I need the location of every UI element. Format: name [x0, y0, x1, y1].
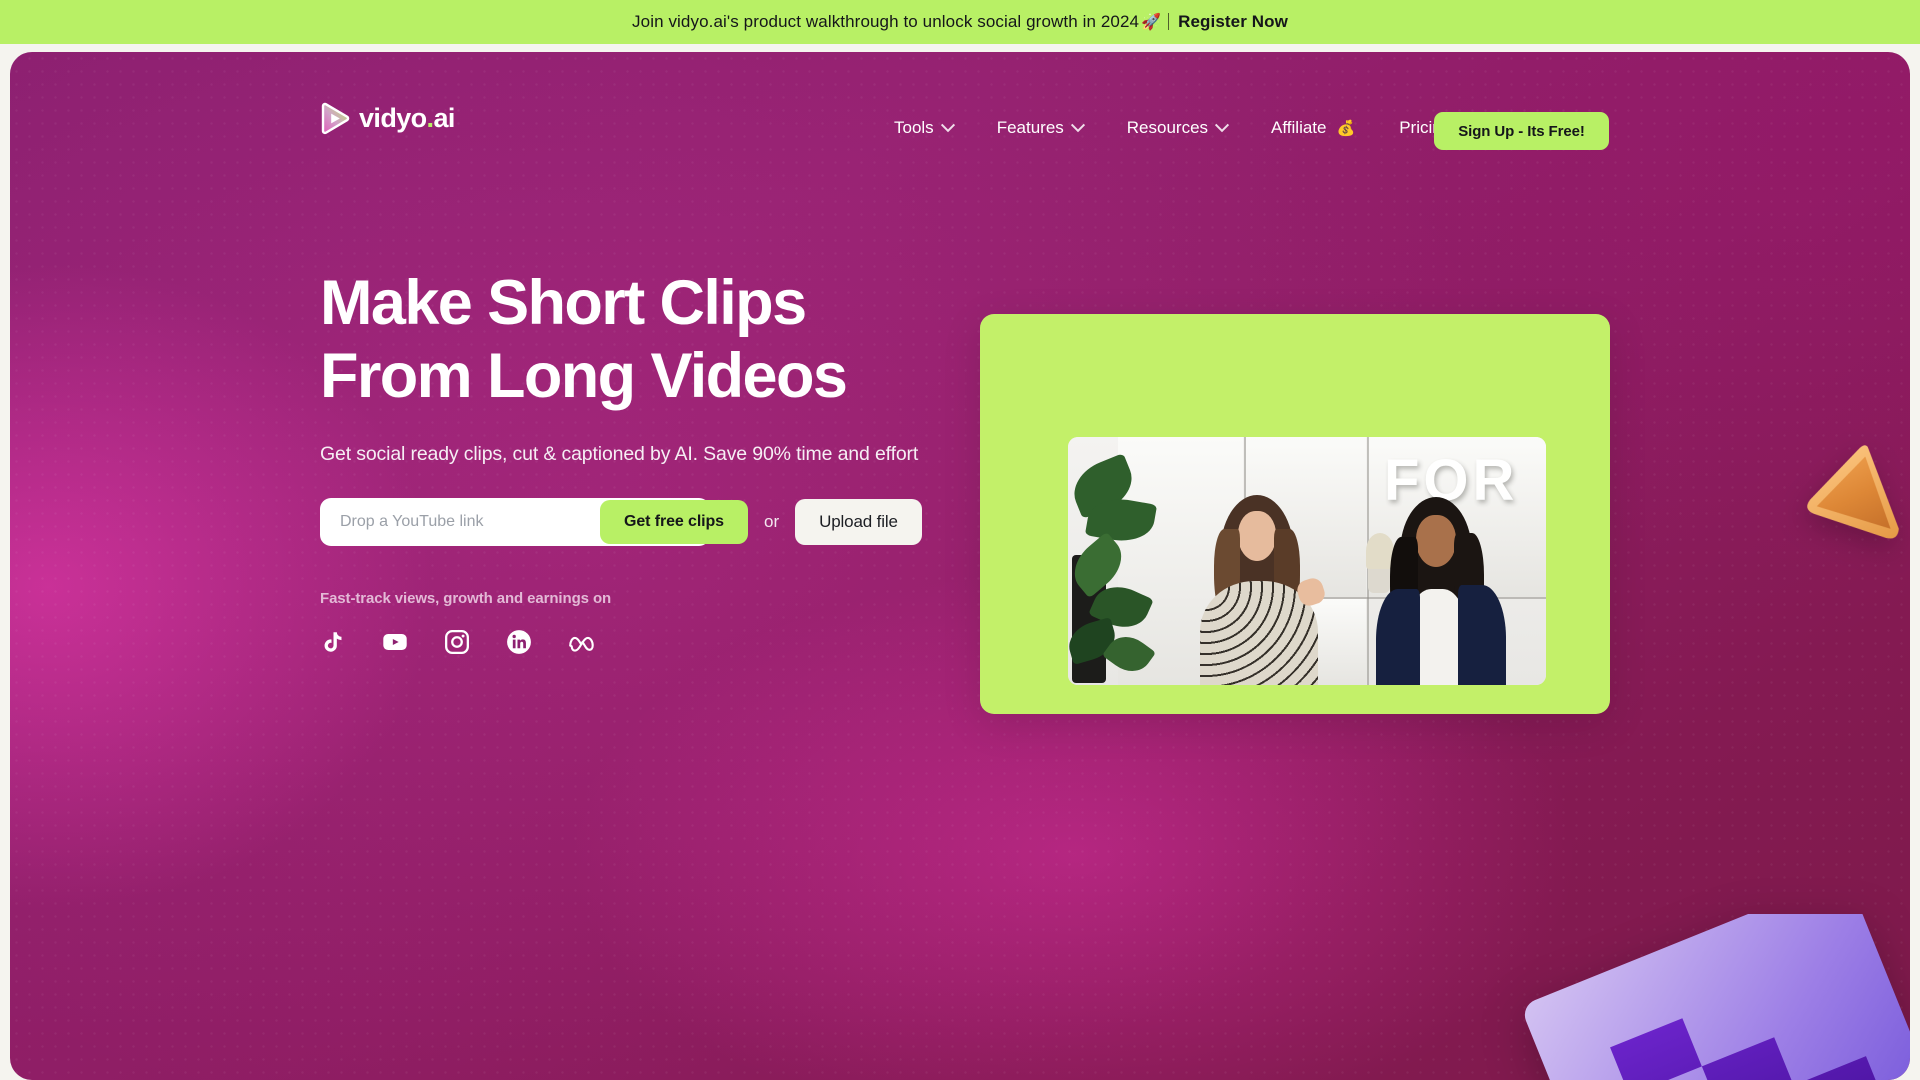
- announcement-banner: Join vidyo.ai's product walkthrough to u…: [0, 0, 1920, 44]
- register-now-link[interactable]: Register Now: [1178, 12, 1288, 31]
- nav-item-label: Features: [996, 118, 1064, 137]
- youtube-icon[interactable]: [382, 629, 408, 655]
- announcement-text: Join vidyo.ai's product walkthrough to u…: [632, 12, 1288, 32]
- main-navbar: vidyo.ai Tools Features Resources Affili…: [10, 52, 1910, 150]
- page-title: Make Short Clips From Long Videos: [320, 267, 980, 413]
- get-free-clips-button[interactable]: Get free clips: [600, 500, 748, 545]
- tiktok-icon[interactable]: [320, 629, 346, 655]
- video-thumbnail[interactable]: FOR: [1068, 437, 1546, 685]
- signup-button[interactable]: Sign Up - Its Free!: [1434, 112, 1609, 150]
- nav-item-label: Tools: [894, 118, 934, 137]
- landing-page: Join vidyo.ai's product walkthrough to u…: [0, 0, 1920, 1080]
- or-label: or: [763, 512, 780, 532]
- hero-section: vidyo.ai Tools Features Resources Affili…: [10, 52, 1910, 1080]
- hero-video-card[interactable]: FOR: [980, 314, 1610, 714]
- linkedin-icon[interactable]: [506, 629, 532, 655]
- nav-item-resources[interactable]: Resources: [1105, 112, 1249, 144]
- social-proof-label: Fast-track views, growth and earnings on: [320, 590, 612, 608]
- money-bag-icon: 💰: [1336, 120, 1356, 137]
- person-left: [1192, 495, 1328, 685]
- play-logo-icon: [318, 102, 351, 135]
- instagram-icon[interactable]: [444, 629, 470, 655]
- hero-subheading: Get social ready clips, cut & captioned …: [320, 443, 919, 466]
- brand-name: vidyo.ai: [359, 103, 455, 133]
- announcement-divider: [1168, 13, 1170, 30]
- brand-logo[interactable]: vidyo.ai: [318, 102, 455, 135]
- hero-copy: Make Short Clips From Long Videos Get so…: [320, 267, 980, 655]
- upload-file-button[interactable]: Upload file: [795, 499, 922, 546]
- decorative-zigzag: [1500, 879, 1910, 1080]
- social-icon-row: [320, 629, 980, 655]
- nav-item-affiliate[interactable]: Affiliate 💰: [1249, 112, 1377, 144]
- person-right: [1370, 497, 1510, 685]
- hero-cta-row: Get free clips or Upload file: [320, 498, 980, 547]
- meta-icon[interactable]: [568, 629, 594, 655]
- nav-item-features[interactable]: Features: [975, 112, 1105, 144]
- nav-item-tools[interactable]: Tools: [872, 112, 975, 144]
- decorative-triangle: [1795, 428, 1910, 551]
- rocket-icon: 🚀: [1141, 14, 1162, 31]
- chevron-down-icon: [940, 118, 955, 133]
- nav-links: Tools Features Resources Affiliate 💰 Pri: [872, 112, 1473, 144]
- chevron-down-icon: [1070, 118, 1085, 133]
- nav-item-label: Resources: [1126, 118, 1209, 137]
- chevron-down-icon: [1214, 118, 1230, 133]
- nav-item-label: Affiliate: [1271, 118, 1327, 137]
- headline-line-1: Make Short Clips: [320, 268, 807, 338]
- announcement-message: Join vidyo.ai's product walkthrough to u…: [632, 12, 1140, 31]
- headline-line-2: From Long Videos: [320, 341, 848, 412]
